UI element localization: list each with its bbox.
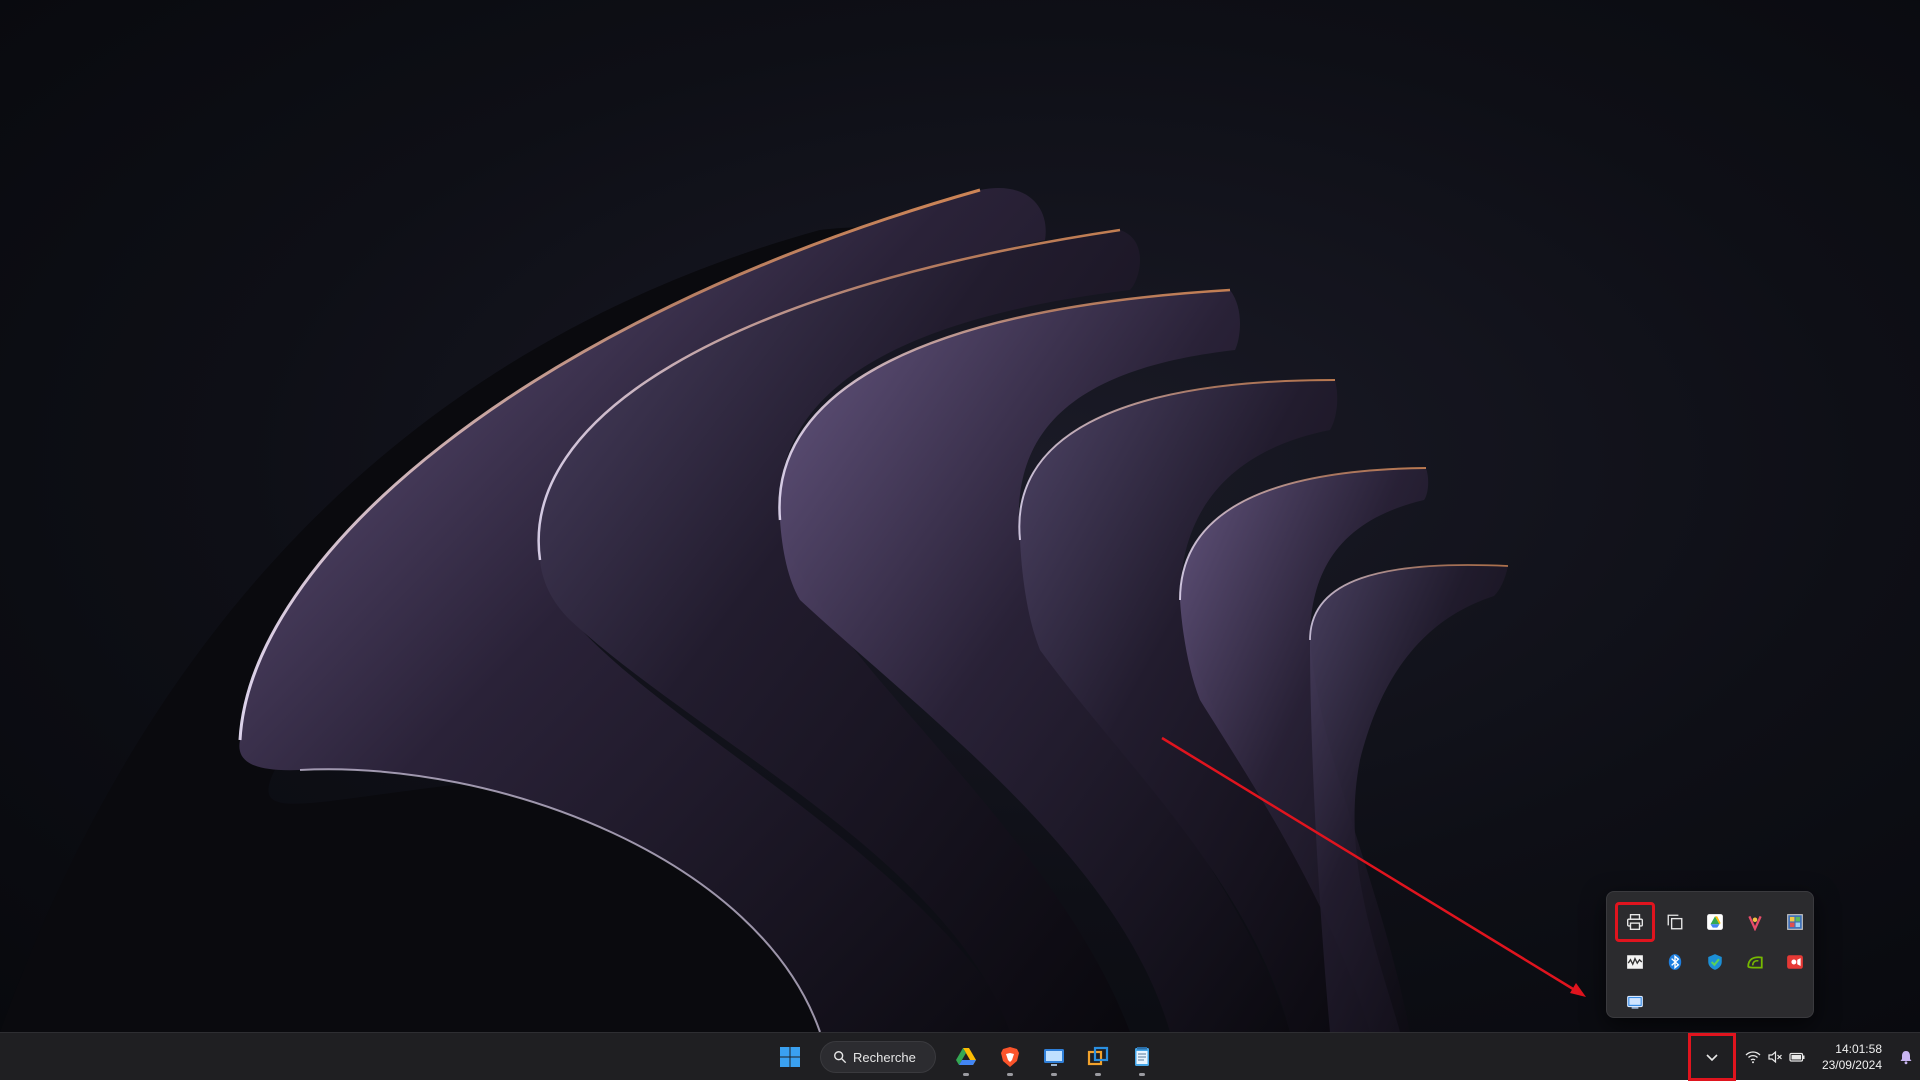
clock-date: 23/09/2024 bbox=[1821, 1058, 1882, 1072]
clock-time: 14:01:58 bbox=[1835, 1042, 1882, 1056]
volume-muted-icon bbox=[1768, 1050, 1782, 1064]
notepad-icon bbox=[1135, 1047, 1149, 1066]
google-drive-icon[interactable] bbox=[1695, 902, 1735, 942]
taskbar: Recherche 14:01:58 23/09/2024 bbox=[0, 1032, 1920, 1081]
taskbar-app-remote-desktop[interactable] bbox=[1034, 1037, 1074, 1077]
taskbar-app-virtualbox[interactable] bbox=[1078, 1037, 1118, 1077]
search-box[interactable]: Recherche bbox=[820, 1041, 936, 1073]
wallpaper-bloom bbox=[0, 188, 1509, 1032]
running-indicator bbox=[963, 1073, 969, 1076]
search-label: Recherche bbox=[853, 1049, 916, 1065]
sparkle-app-icon[interactable] bbox=[1735, 902, 1775, 942]
notification-button[interactable] bbox=[1892, 1033, 1920, 1081]
wifi-icon bbox=[1745, 1051, 1761, 1064]
clock[interactable]: 14:01:58 23/09/2024 bbox=[1808, 1041, 1892, 1073]
start-button[interactable] bbox=[770, 1037, 810, 1077]
google-drive-icon bbox=[956, 1048, 976, 1065]
running-indicator bbox=[1007, 1073, 1013, 1076]
screen-recorder-icon[interactable] bbox=[1775, 942, 1815, 982]
chevron-down-icon bbox=[1706, 1054, 1718, 1062]
tray-overflow-flyout bbox=[1606, 891, 1814, 1018]
control-panel-icon[interactable] bbox=[1775, 902, 1815, 942]
nvidia-icon[interactable] bbox=[1735, 942, 1775, 982]
remote-desktop-icon bbox=[1044, 1049, 1064, 1066]
taskbar-center: Recherche bbox=[770, 1033, 1162, 1081]
wifi-button[interactable] bbox=[1742, 1033, 1764, 1081]
bluetooth-icon[interactable] bbox=[1655, 942, 1695, 982]
copy-icon[interactable] bbox=[1655, 902, 1695, 942]
brave-browser-icon bbox=[1001, 1047, 1019, 1067]
taskbar-app-brave[interactable] bbox=[990, 1037, 1030, 1077]
desktop bbox=[0, 0, 1920, 1032]
bell-icon bbox=[1900, 1051, 1912, 1065]
system-tray: 14:01:58 23/09/2024 bbox=[1687, 1033, 1920, 1081]
windows-logo-icon bbox=[780, 1047, 800, 1067]
virtualbox-icon bbox=[1087, 1046, 1109, 1066]
taskbar-app-google-drive[interactable] bbox=[946, 1037, 986, 1077]
monitor-graph-icon[interactable] bbox=[1615, 942, 1655, 982]
search-icon bbox=[834, 1051, 847, 1064]
windows-security-icon[interactable] bbox=[1695, 942, 1735, 982]
battery-button[interactable] bbox=[1786, 1033, 1808, 1081]
running-indicator bbox=[1139, 1073, 1145, 1076]
volume-button[interactable] bbox=[1764, 1033, 1786, 1081]
running-indicator bbox=[1095, 1073, 1101, 1076]
tray-overflow-button[interactable] bbox=[1687, 1033, 1736, 1081]
running-indicator bbox=[1051, 1073, 1057, 1076]
display-icon[interactable] bbox=[1615, 982, 1655, 1022]
taskbar-app-notepad[interactable] bbox=[1122, 1037, 1162, 1077]
printer-icon[interactable] bbox=[1615, 902, 1655, 942]
battery-charging-icon bbox=[1789, 1052, 1805, 1062]
